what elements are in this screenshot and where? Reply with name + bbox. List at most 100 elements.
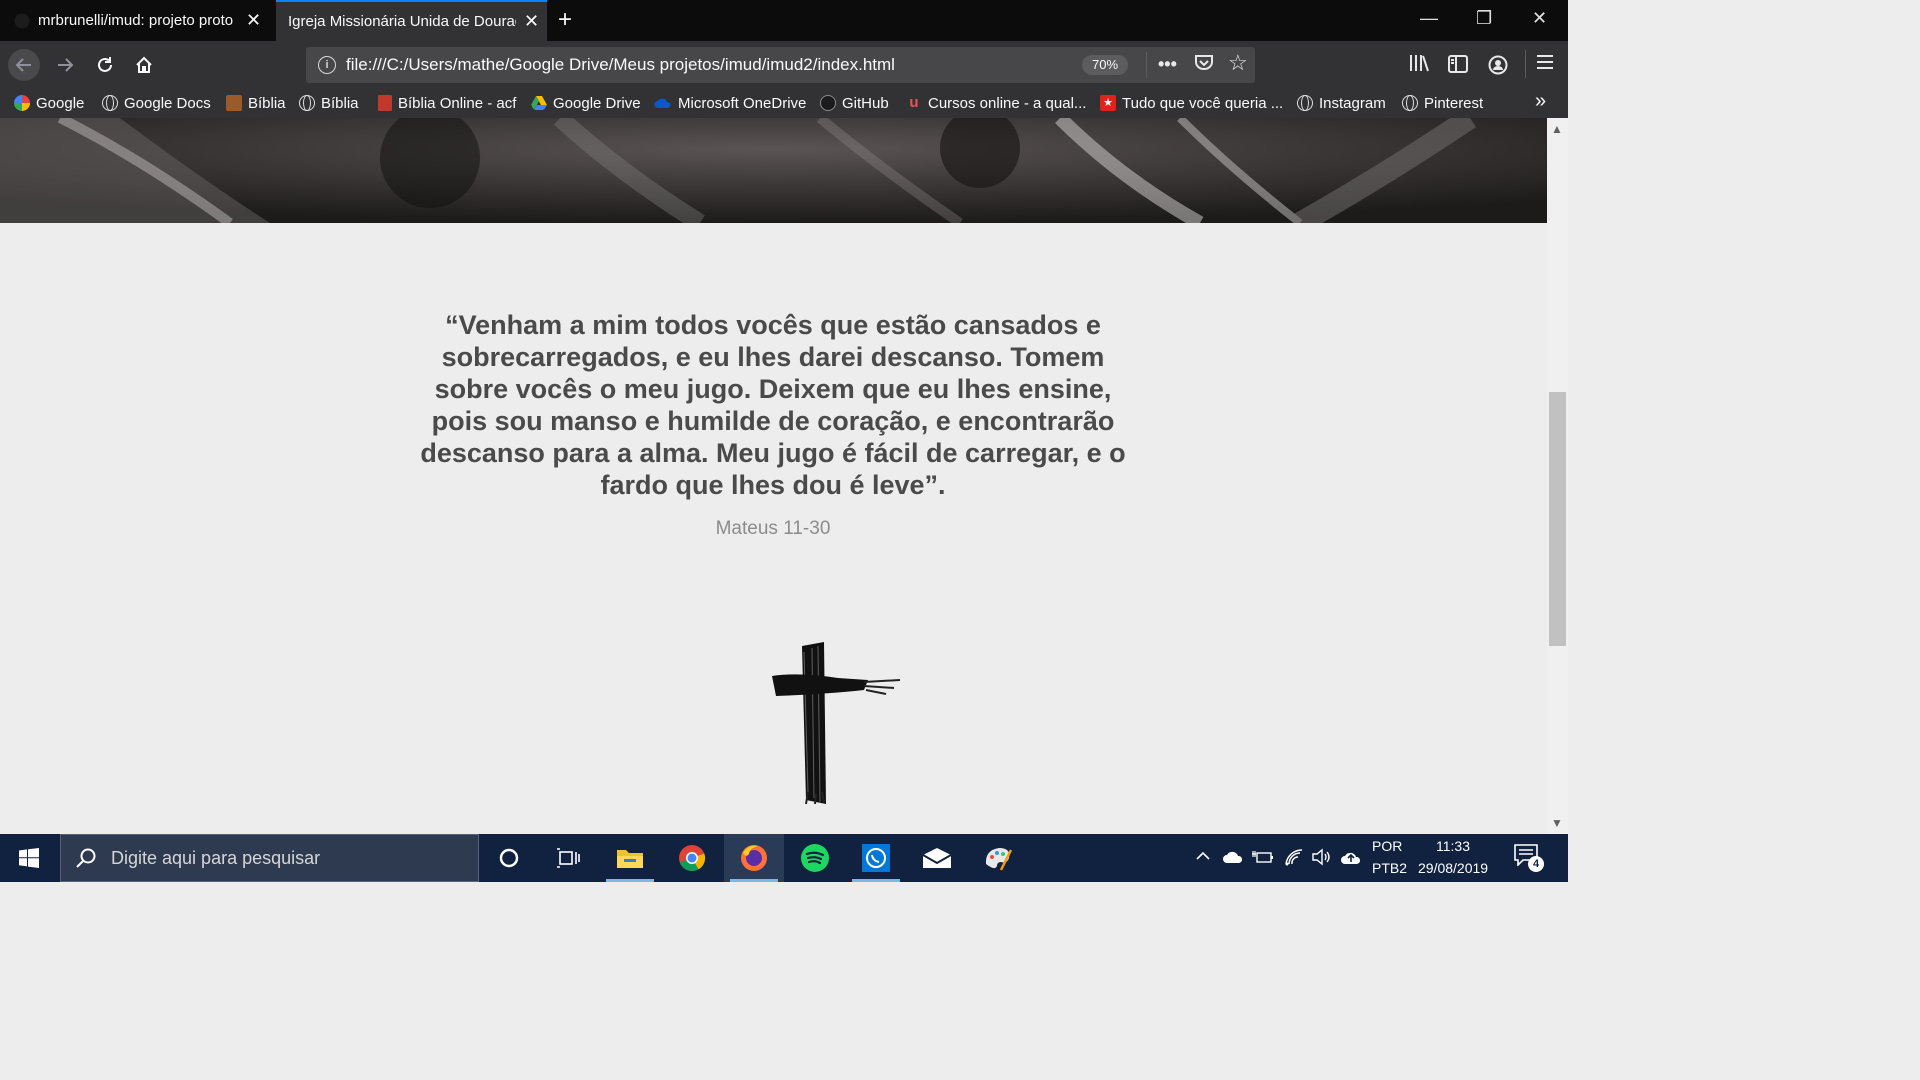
scrollbar-thumb[interactable] bbox=[1549, 392, 1566, 646]
bookmark-red-icon bbox=[378, 95, 392, 111]
spotify-button[interactable] bbox=[785, 834, 845, 882]
more-bookmarks-icon[interactable]: » bbox=[1535, 90, 1546, 113]
bookmark-label: GitHub bbox=[842, 94, 889, 112]
hero-image bbox=[0, 118, 1547, 223]
toolbar-divider bbox=[1525, 50, 1526, 78]
mail-icon bbox=[922, 848, 952, 868]
bookmark-google[interactable]: Google bbox=[14, 92, 84, 114]
bookmark-biblia-1[interactable]: Bíblia bbox=[226, 92, 286, 114]
minimize-button[interactable]: — bbox=[1420, 8, 1438, 29]
windows-logo-icon bbox=[19, 848, 39, 868]
tab-title: mrbrunelli/imud: projeto proto bbox=[38, 12, 234, 29]
tab-github[interactable]: mrbrunelli/imud: projeto proto ✕ bbox=[0, 0, 274, 41]
bookmark-label: Tudo que você queria ... bbox=[1122, 94, 1284, 112]
keyboard-layout[interactable]: PTB2 bbox=[1372, 860, 1407, 876]
home-icon bbox=[136, 56, 152, 73]
cross-icon bbox=[772, 642, 901, 804]
forward-button[interactable] bbox=[48, 52, 82, 78]
bookmark-instagram[interactable]: Instagram bbox=[1297, 92, 1386, 114]
globe-icon bbox=[102, 95, 118, 111]
sidebar-icon[interactable] bbox=[1448, 55, 1468, 78]
show-hidden-icons[interactable] bbox=[1196, 848, 1210, 865]
cortana-button[interactable] bbox=[479, 834, 539, 882]
bookmark-biblia-2[interactable]: Bíblia bbox=[299, 92, 359, 114]
scroll-up-icon[interactable]: ▲ bbox=[1551, 122, 1563, 136]
restore-button[interactable]: ❐ bbox=[1476, 8, 1492, 29]
battery-icon[interactable] bbox=[1252, 849, 1274, 869]
volume-icon[interactable] bbox=[1311, 848, 1331, 870]
bookmark-cursos-online[interactable]: u Cursos online - a qual... bbox=[906, 92, 1086, 114]
bookmark-label: Instagram bbox=[1319, 94, 1386, 112]
wifi-icon[interactable] bbox=[1284, 848, 1304, 870]
tab-title: Igreja Missionária Unida de Dourad bbox=[288, 13, 516, 30]
notification-badge: 4 bbox=[1528, 856, 1544, 872]
zoom-indicator[interactable]: 70% bbox=[1082, 55, 1128, 75]
onedrive-tray-icon[interactable] bbox=[1222, 850, 1244, 868]
input-language[interactable]: POR bbox=[1372, 838, 1402, 854]
start-button[interactable] bbox=[0, 834, 58, 882]
bible-book-icon bbox=[226, 95, 242, 111]
cloud-upload-icon[interactable] bbox=[1340, 849, 1362, 869]
close-tab-icon[interactable]: ✕ bbox=[246, 10, 261, 31]
page-actions-icon[interactable]: ••• bbox=[1158, 54, 1177, 75]
clock-date[interactable]: 29/08/2019 bbox=[1418, 860, 1488, 876]
search-placeholder: Digite aqui para pesquisar bbox=[111, 847, 321, 868]
spotify-icon bbox=[801, 844, 829, 872]
bookmark-onedrive[interactable]: Microsoft OneDrive bbox=[654, 92, 806, 114]
bookmark-label: Google bbox=[36, 94, 85, 112]
close-tab-icon[interactable]: ✕ bbox=[524, 11, 539, 32]
bookmark-github[interactable]: GitHub bbox=[820, 92, 889, 114]
scroll-down-icon[interactable]: ▼ bbox=[1551, 816, 1563, 830]
bookmark-biblia-online[interactable]: Bíblia Online - acf bbox=[378, 92, 516, 114]
bookmark-label: Bíblia bbox=[321, 94, 359, 112]
bookmark-google-drive[interactable]: Google Drive bbox=[531, 92, 641, 114]
bookmark-label: Cursos online - a qual... bbox=[928, 94, 1087, 112]
page-viewport: “Venham a mim todos vocês que estão cans… bbox=[0, 118, 1547, 834]
bookmark-label: Pinterest bbox=[1424, 94, 1484, 112]
reload-button[interactable] bbox=[88, 52, 122, 78]
whatsapp-icon bbox=[862, 844, 890, 872]
task-view-button[interactable] bbox=[538, 834, 598, 882]
bookmark-star-icon[interactable]: ☆ bbox=[1228, 50, 1248, 76]
account-icon[interactable] bbox=[1488, 55, 1508, 80]
globe-icon bbox=[1402, 95, 1418, 111]
running-indicator bbox=[852, 879, 900, 882]
google-icon bbox=[14, 95, 30, 111]
bookmark-tudo-que-voce-queria[interactable]: ★ Tudo que você queria ... bbox=[1100, 92, 1283, 114]
star-red-icon: ★ bbox=[1100, 95, 1116, 111]
back-button[interactable] bbox=[8, 49, 40, 81]
clock-time[interactable]: 11:33 bbox=[1436, 838, 1470, 854]
folder-icon bbox=[617, 850, 643, 868]
home-button[interactable] bbox=[127, 52, 161, 78]
bookmark-label: Google Drive bbox=[553, 94, 641, 112]
chrome-icon bbox=[679, 845, 706, 872]
bible-quote: “Venham a mim todos vocês que estão cans… bbox=[420, 310, 1126, 500]
running-indicator bbox=[730, 879, 778, 882]
bookmark-label: Bíblia Online - acf bbox=[398, 94, 517, 112]
paint-3d-button[interactable] bbox=[968, 834, 1028, 882]
whatsapp-button[interactable] bbox=[846, 834, 906, 882]
file-explorer-button[interactable] bbox=[600, 834, 660, 882]
tab-igreja[interactable]: Igreja Missionária Unida de Dourad ✕ bbox=[276, 0, 547, 41]
search-icon bbox=[76, 848, 96, 868]
new-tab-button[interactable]: + bbox=[558, 6, 572, 34]
bookmark-label: Bíblia bbox=[248, 94, 286, 112]
github-icon bbox=[14, 13, 30, 28]
task-view-icon bbox=[557, 848, 580, 868]
reload-icon bbox=[98, 57, 112, 72]
running-indicator bbox=[606, 879, 654, 882]
close-window-button[interactable]: ✕ bbox=[1532, 8, 1547, 29]
mail-button[interactable] bbox=[907, 834, 967, 882]
bookmark-google-docs[interactable]: Google Docs bbox=[102, 92, 211, 114]
info-icon[interactable]: i bbox=[318, 56, 336, 74]
github-icon bbox=[820, 95, 836, 111]
taskbar-search[interactable]: Digite aqui para pesquisar bbox=[60, 834, 479, 882]
bookmark-pinterest[interactable]: Pinterest bbox=[1402, 92, 1483, 114]
chrome-button[interactable] bbox=[662, 834, 722, 882]
hamburger-menu-icon[interactable] bbox=[1536, 54, 1554, 75]
pocket-icon[interactable] bbox=[1194, 54, 1214, 77]
library-icon[interactable] bbox=[1408, 53, 1430, 78]
firefox-button[interactable] bbox=[724, 834, 784, 882]
bookmark-label: Google Docs bbox=[124, 94, 211, 112]
url-text[interactable]: file:///C:/Users/mathe/Google Drive/Meus… bbox=[346, 55, 895, 75]
